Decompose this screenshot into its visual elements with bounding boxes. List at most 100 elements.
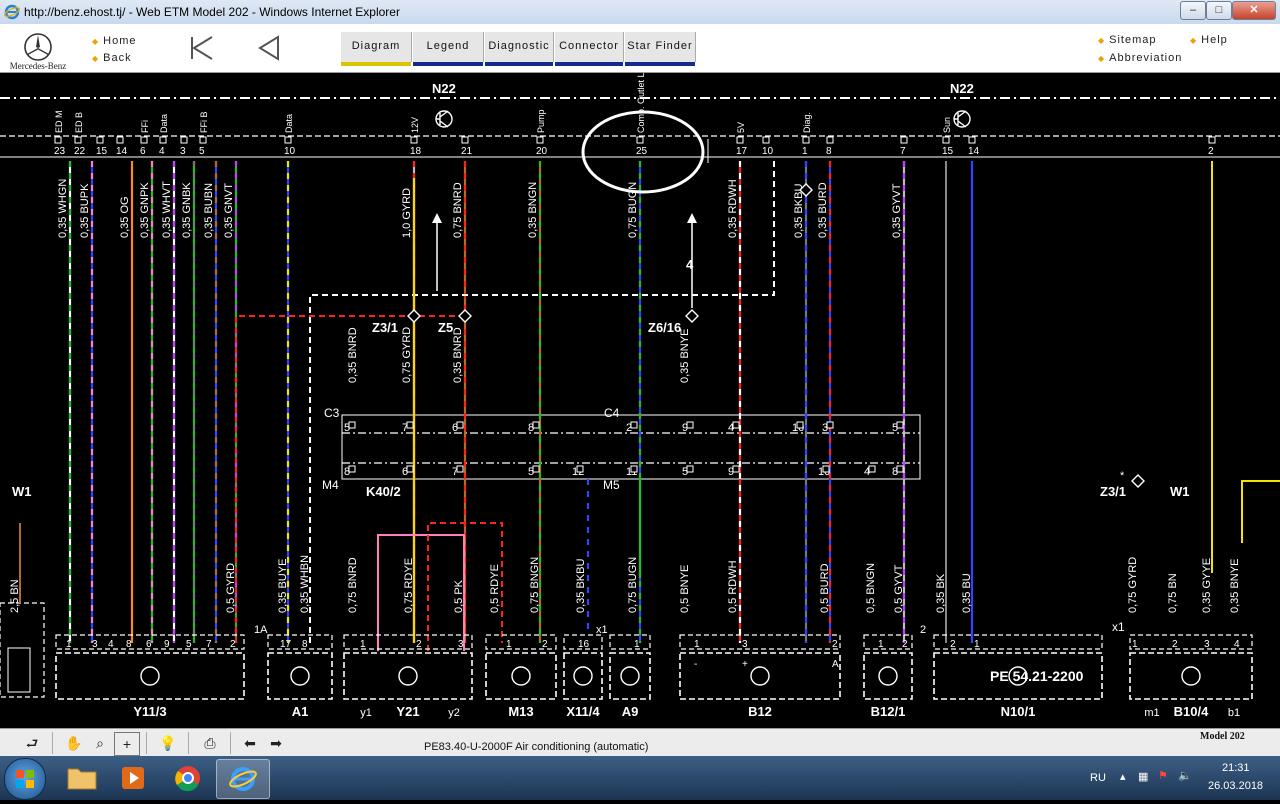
windows-logo-icon	[16, 770, 34, 788]
tray-arrow-icon[interactable]: ▴	[1120, 770, 1126, 783]
top-pin-signal: Data	[284, 114, 294, 133]
component-m13: 1 2 M13	[485, 634, 557, 719]
component-pin: 1	[974, 639, 980, 650]
pin-terminal	[896, 421, 904, 429]
start-button[interactable]	[4, 758, 46, 800]
flag-icon[interactable]: ⚑	[1158, 769, 1168, 782]
top-pin-number: 18	[410, 146, 422, 157]
arrow-right-icon: ◆	[1098, 36, 1106, 45]
wire-label: 0,35 BU	[961, 573, 973, 613]
component-plug	[679, 634, 841, 650]
volume-icon[interactable]: 🔈	[1178, 769, 1192, 782]
wire-label: 0,35 WHBN	[299, 555, 311, 613]
wire-label: 0,5 BNYE	[679, 565, 691, 613]
top-pin-signal: 12V	[410, 117, 420, 133]
arrow-number: 4	[686, 257, 694, 272]
component-id: B12	[748, 704, 772, 719]
tab-diagram[interactable]: Diagram	[340, 32, 412, 66]
arrow-right-icon[interactable]: ➡	[264, 732, 288, 754]
pin-terminal	[826, 136, 834, 144]
lightbulb-icon[interactable]: 💡	[156, 732, 180, 754]
component-symbol	[511, 666, 531, 686]
clock-date[interactable]: 26.03.2018	[1208, 780, 1263, 792]
wiring-diagram[interactable]: 23ED M22ED B15 14 6FFi4Data3 5FFi B10Data18…	[0, 73, 1280, 728]
home-link[interactable]: ◆ Home	[92, 35, 137, 47]
language-indicator[interactable]: RU	[1090, 772, 1106, 784]
pin-terminal	[762, 136, 770, 144]
component-pin: 16	[578, 639, 590, 650]
taskbar-explorer[interactable]	[56, 759, 108, 797]
component-sub: y2	[448, 707, 460, 719]
pin-terminal	[732, 421, 740, 429]
top-pin-signal: FFi B	[199, 112, 209, 134]
component-pin: 3	[92, 639, 98, 650]
network-icon[interactable]: ▦	[1138, 770, 1148, 783]
pin-terminal	[942, 136, 950, 144]
tab-connector[interactable]: Connector	[554, 32, 624, 66]
component-a1: 17 8 A1 1A	[254, 624, 333, 719]
top-pin-signal: ED M	[54, 111, 64, 134]
sitemap-label: Sitemap	[1109, 34, 1157, 46]
top-pin-number: 8	[826, 146, 832, 157]
tab-star-finder[interactable]: Star Finder	[624, 32, 696, 66]
component-pin: 1	[506, 639, 512, 650]
component-b10-4: 1 2 3 4 B10/4 m1 b1	[1129, 634, 1253, 719]
top-pin-signal: Sun	[942, 117, 952, 133]
taskbar-chrome[interactable]	[162, 759, 214, 797]
component-pin: 5	[186, 639, 192, 650]
diagram-toolbar: ⮐ ✋ ⌕ + 💡 ⎙ ⬅ ➡ PE83.40-U-2000F Air cond…	[0, 728, 1280, 757]
pan-hand-icon[interactable]: ✋	[62, 732, 86, 754]
printer-icon[interactable]: ⎙	[198, 732, 222, 754]
pin-terminal	[536, 136, 544, 144]
clock-time[interactable]: 21:31	[1222, 762, 1250, 774]
help-link[interactable]: ◆ Help	[1190, 34, 1228, 46]
component-extra: 1A	[254, 624, 268, 636]
component-pin: 9	[164, 639, 170, 650]
crosshair-icon[interactable]: +	[114, 732, 140, 756]
tab-legend[interactable]: Legend	[412, 32, 484, 66]
maximize-button[interactable]: □	[1206, 1, 1232, 20]
sitemap-link[interactable]: ◆ Sitemap	[1098, 34, 1157, 46]
arrow-right-icon: ◆	[92, 54, 100, 63]
return-icon[interactable]: ⮐	[20, 732, 44, 754]
component-symbol	[878, 666, 898, 686]
arrow-left-icon[interactable]: ⬅	[238, 732, 262, 754]
abbreviation-link[interactable]: ◆ Abbreviation	[1098, 52, 1182, 64]
component-body	[1129, 652, 1253, 700]
transistor-icon	[435, 110, 453, 128]
splice-z6-16: Z6/16	[648, 320, 681, 335]
wire-label: 0,35 BUYE	[277, 559, 289, 613]
top-pin-number: 6	[140, 146, 146, 157]
wire-label: 0,75 BUGN	[627, 557, 639, 613]
component-a9: 1 A9 x1	[596, 624, 651, 719]
pin-terminal	[732, 465, 740, 473]
wire-label: 0,35 BNRD	[347, 327, 359, 383]
top-pin-number: 3	[180, 146, 186, 157]
splice-diamond	[458, 309, 472, 323]
mercedes-logo[interactable]: Mercedes-Benz	[8, 30, 66, 72]
model-badge: Model 202	[1200, 731, 1245, 742]
close-button[interactable]: ✕	[1232, 1, 1276, 20]
zoom-magnifier-icon[interactable]: ⌕	[88, 732, 112, 754]
tab-diagnostic[interactable]: Diagnostic	[484, 32, 554, 66]
n22-left-label: N22	[432, 81, 456, 96]
top-pin-signal: Data	[159, 114, 169, 133]
tab-connector-label: Connector	[559, 40, 619, 52]
component-pin: 1	[694, 639, 700, 650]
component-extra: x1	[596, 624, 608, 636]
component-body	[609, 652, 651, 700]
back-link[interactable]: ◆ Back	[92, 52, 132, 64]
component-mark: A	[832, 659, 839, 670]
component-pin: 1	[634, 639, 640, 650]
first-page-button[interactable]	[184, 34, 220, 62]
component-body	[679, 652, 841, 700]
previous-page-button[interactable]	[252, 34, 288, 62]
taskbar-internet-explorer[interactable]	[216, 759, 270, 799]
top-pin-number: 4	[159, 146, 165, 157]
n22-right-label: N22	[950, 81, 974, 96]
component-id: X11/4	[566, 704, 600, 719]
minimize-button[interactable]: –	[1180, 1, 1206, 20]
window-title: http://benz.ehost.tj/ - Web ETM Model 20…	[24, 5, 400, 19]
wire-label: 0,35 BKBU	[575, 559, 587, 613]
taskbar-media-player[interactable]	[108, 759, 160, 797]
